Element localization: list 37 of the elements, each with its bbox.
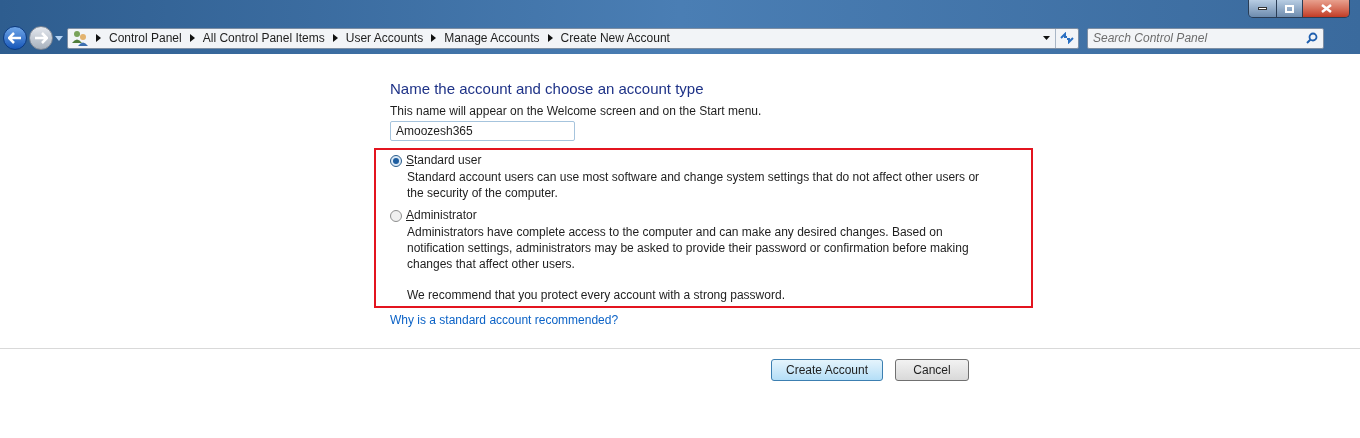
minimize-button[interactable] <box>1249 0 1276 17</box>
password-recommendation: We recommend that you protect every account with a strong password. <box>407 287 785 303</box>
account-type-description: Standard account users can use most software and change system settings that do not affect other users or the security of the computer. <box>407 169 981 201</box>
refresh-icon <box>1060 32 1074 44</box>
cancel-button[interactable]: Cancel <box>895 359 969 381</box>
back-button[interactable] <box>3 26 27 50</box>
address-bar[interactable]: Control Panel All Control Panel Items User Accounts Manage Accounts Create New Account <box>67 27 1079 49</box>
name-hint: This name will appear on the Welcome screen and on the Start menu. <box>390 104 762 119</box>
account-name-field[interactable]: Amoozesh365 <box>390 121 575 141</box>
restore-button[interactable] <box>1276 0 1302 17</box>
breadcrumb-arrow-icon <box>332 34 338 42</box>
breadcrumb-item[interactable]: Create New Account <box>560 29 670 47</box>
breadcrumb-item[interactable]: Manage Accounts <box>444 29 540 47</box>
search-field[interactable]: Search Control Panel <box>1093 29 1306 47</box>
account-type-radio[interactable]: Administrator <box>390 208 477 223</box>
breadcrumb-arrow-icon <box>189 34 195 42</box>
search-icon <box>1306 32 1318 44</box>
help-link[interactable]: Why is a standard account recommended? <box>390 312 619 328</box>
breadcrumb-arrow-icon <box>431 34 437 42</box>
caret-icon <box>1043 36 1050 40</box>
page-heading: Name the account and choose an account type <box>390 79 704 99</box>
breadcrumb-arrow-icon <box>96 34 101 42</box>
breadcrumb-item[interactable]: User Accounts <box>345 29 424 47</box>
account-type-description: Administrators have complete access to the computer and can make any desired changes. Based on notification settings, administrators may be asked to provide their password or confirmation before making changes that affect other users. <box>407 224 970 272</box>
breadcrumb-arrow-icon <box>547 34 553 42</box>
search-box[interactable]: Search Control Panel <box>1087 27 1324 49</box>
back-arrow-icon <box>8 32 22 44</box>
create-account-button[interactable]: Create Account <box>771 359 883 381</box>
close-icon <box>1320 4 1332 13</box>
close-button[interactable] <box>1302 0 1349 17</box>
forward-button[interactable] <box>29 26 53 50</box>
breadcrumb-item[interactable]: All Control Panel Items <box>202 29 325 47</box>
breadcrumb-item[interactable]: Control Panel <box>109 29 182 47</box>
account-type-radio[interactable]: Standard user <box>390 153 482 168</box>
forward-arrow-icon <box>34 32 48 44</box>
recent-pages-caret-icon[interactable] <box>55 35 63 41</box>
users-icon <box>72 30 88 46</box>
